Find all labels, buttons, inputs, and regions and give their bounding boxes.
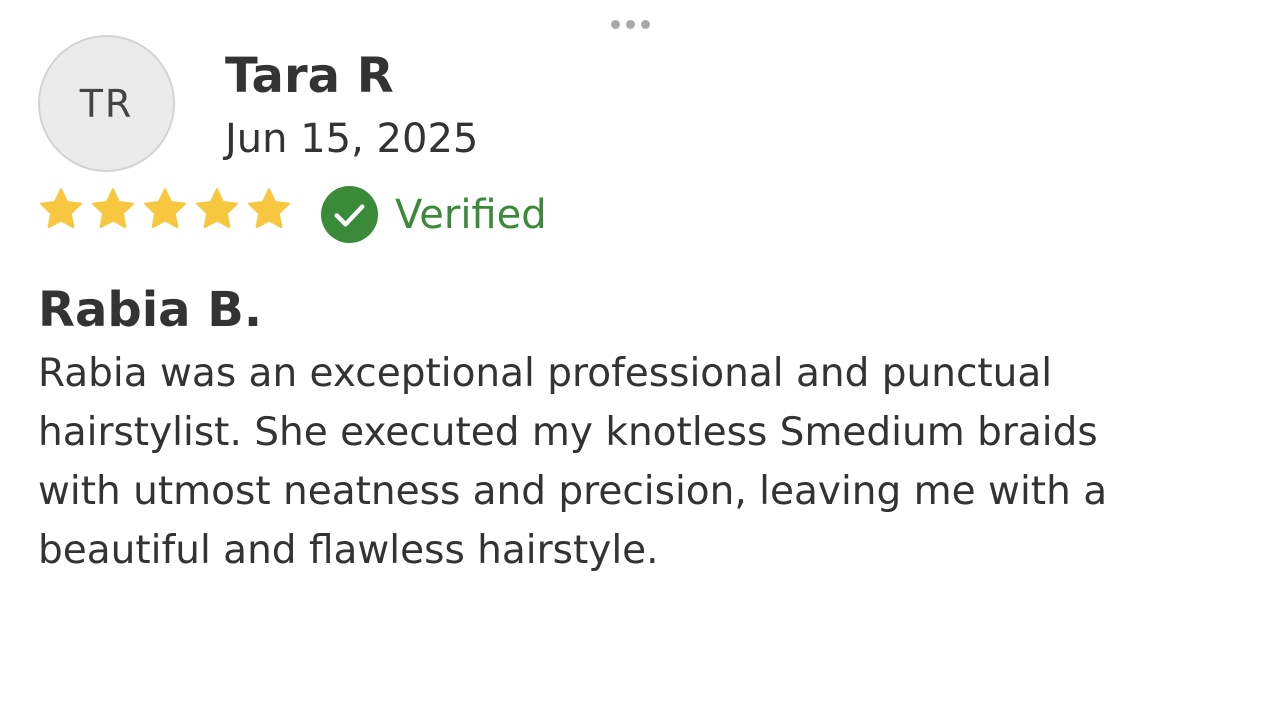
star-icon [40, 188, 82, 229]
check-circle-icon [320, 185, 379, 244]
star-icon [248, 188, 290, 229]
dot [625, 19, 635, 29]
review-text-line: hairstylist. She executed my knotless Sm… [38, 410, 1098, 455]
star-rating [38, 186, 292, 232]
verified-badge: Verified [320, 185, 547, 244]
dot [610, 19, 620, 29]
provider-name: Rabia B. [38, 282, 263, 338]
verified-label: Verified [395, 191, 547, 238]
avatar: TR [38, 35, 175, 172]
star-icon [144, 188, 186, 229]
star-icon [92, 188, 134, 229]
review-text-line: Rabia was an exceptional professional an… [38, 351, 1053, 396]
reviewer-name: Tara R [225, 48, 394, 104]
review-text-line: beautiful and flawless hairstyle. [38, 528, 659, 573]
review-date: Jun 15, 2025 [225, 116, 479, 162]
dot [640, 19, 650, 29]
star-icon [196, 188, 238, 229]
review-text-line: with utmost neatness and precision, leav… [38, 469, 1108, 514]
more-options-icon[interactable] [606, 17, 654, 31]
review-text: Rabia was an exceptional professional an… [38, 344, 1228, 580]
